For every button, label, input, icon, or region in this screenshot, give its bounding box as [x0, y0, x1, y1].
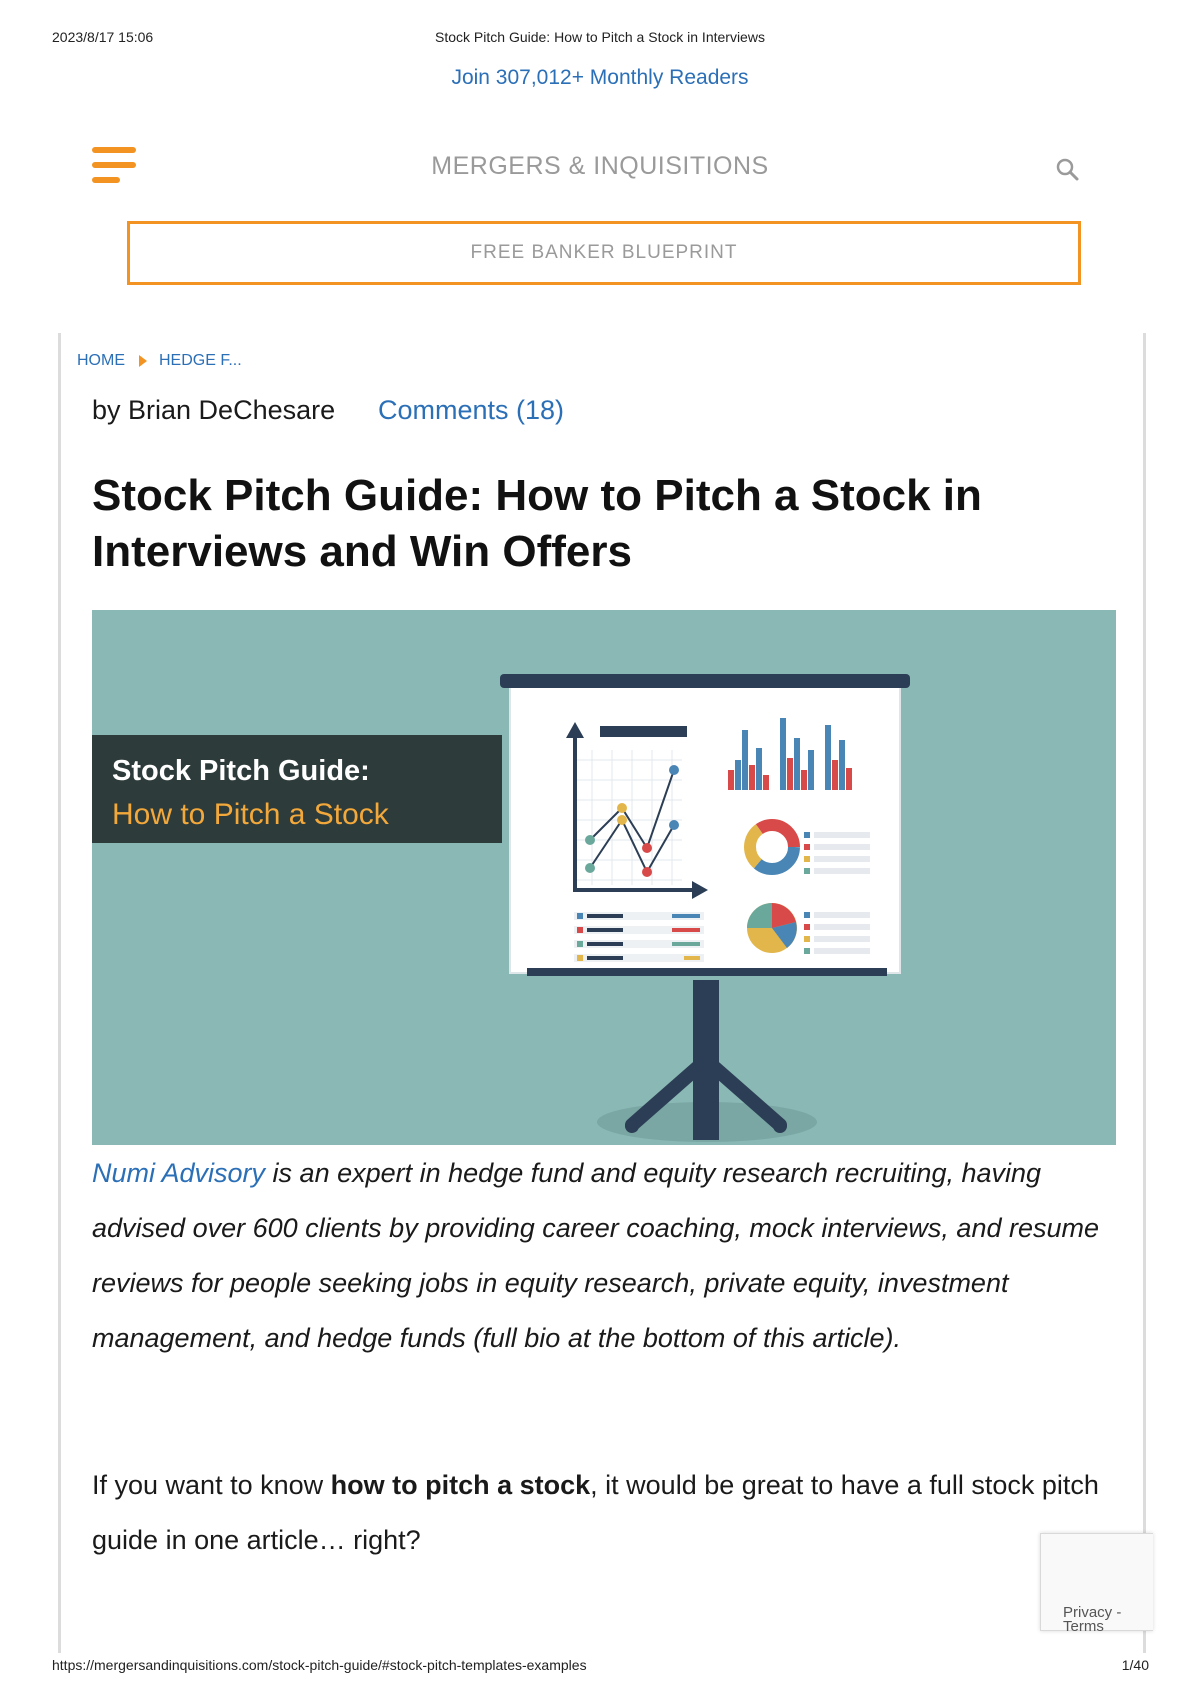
hero-image: Stock Pitch Guide: How to Pitch a Stock	[92, 610, 1116, 1145]
paragraph-text-start: If you want to know	[92, 1470, 331, 1500]
article-title: Stock Pitch Guide: How to Pitch a Stock …	[92, 471, 982, 576]
paragraph-emphasis: how to pitch a stock	[330, 1470, 591, 1500]
author-byline: by Brian DeChesare	[92, 395, 336, 425]
print-title: Stock Pitch Guide: How to Pitch a Stock …	[435, 29, 765, 45]
print-url: https://mergersandinquisitions.com/stock…	[52, 1657, 587, 1673]
numi-advisory-link[interactable]: Numi Advisory	[92, 1158, 265, 1188]
content-divider	[1143, 333, 1146, 1653]
author-intro: Numi Advisory is an expert in hedge fund…	[92, 1146, 1122, 1366]
comments-link[interactable]: Comments (18)	[378, 395, 564, 426]
join-readers-link[interactable]: Join 307,012+ Monthly Readers	[0, 66, 1200, 90]
site-title[interactable]: MERGERS & INQUISITIONS	[0, 152, 1200, 181]
breadcrumb: HOME HEDGE F...	[77, 352, 242, 370]
breadcrumb-section[interactable]: HEDGE F...	[159, 352, 242, 370]
hero-label-title: Stock Pitch Guide:	[112, 755, 370, 787]
search-icon[interactable]	[1055, 157, 1081, 183]
recaptcha-badge[interactable]: Privacy - Terms	[1040, 1533, 1153, 1634]
recaptcha-privacy-terms[interactable]: Privacy - Terms	[1063, 1605, 1153, 1634]
content-divider	[58, 333, 61, 1653]
breadcrumb-arrow-icon	[139, 355, 147, 367]
hero-label-subtitle: How to Pitch a Stock	[112, 798, 389, 831]
breadcrumb-home[interactable]: HOME	[77, 352, 125, 370]
article-paragraph: If you want to know how to pitch a stock…	[92, 1458, 1122, 1568]
free-banker-blueprint-button[interactable]: FREE BANKER BLUEPRINT	[127, 221, 1081, 285]
print-header: 2023/8/17 15:06 Stock Pitch Guide: How t…	[0, 29, 1200, 49]
print-page-number: 1/40	[1121, 1657, 1149, 1673]
hero-label-box: Stock Pitch Guide: How to Pitch a Stock	[92, 735, 502, 843]
presentation-board-illustration	[500, 674, 910, 1142]
